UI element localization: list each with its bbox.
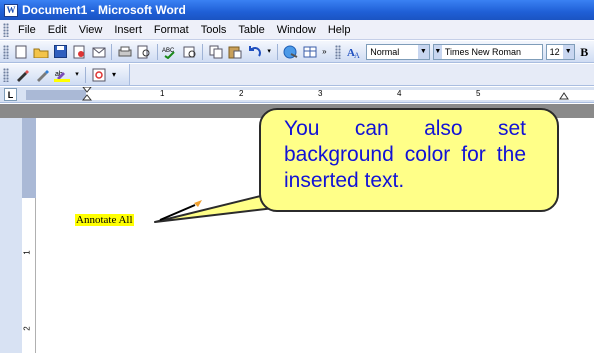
vertical-ruler-top-margin	[22, 118, 36, 198]
vertical-ruler-number: 1	[22, 250, 32, 255]
toolbar-options-icon[interactable]: ▾	[110, 66, 118, 84]
toolbar-background	[130, 64, 594, 86]
research-icon[interactable]	[181, 43, 198, 61]
copy-icon[interactable]	[207, 43, 224, 61]
permission-icon[interactable]	[71, 43, 88, 61]
callout-text: You can also set background color for th…	[284, 117, 526, 192]
table-icon[interactable]	[301, 43, 318, 61]
menu-help[interactable]: Help	[322, 21, 357, 39]
vertical-ruler[interactable]: 1 2	[22, 118, 36, 353]
email-icon[interactable]	[90, 43, 107, 61]
font-value: Times New Roman	[444, 46, 522, 57]
new-document-icon[interactable]	[13, 43, 30, 61]
toolbar-grip[interactable]	[3, 44, 9, 59]
save-icon[interactable]	[51, 43, 68, 61]
toolbar-grip[interactable]	[3, 67, 9, 82]
ruler-left-margin	[26, 90, 86, 100]
indent-marker-icon[interactable]	[82, 87, 92, 101]
font-select[interactable]: Times New Roman ▼	[432, 43, 543, 60]
ruler-number: 4	[397, 89, 402, 98]
font-size-value: 12	[549, 46, 560, 57]
formatting-toolbar-grip[interactable]	[335, 44, 341, 59]
menu-file[interactable]: File	[12, 21, 42, 39]
spelling-icon[interactable]: ABC	[162, 43, 179, 61]
ruler-strip[interactable]: 1 2 3 4 5	[26, 87, 594, 101]
menu-format[interactable]: Format	[148, 21, 195, 39]
paste-icon[interactable]	[227, 43, 244, 61]
title-bar: W Document1 - Microsoft Word	[0, 0, 594, 20]
ruler-number: 3	[318, 89, 323, 98]
tab-selector[interactable]: L	[4, 88, 17, 101]
style-select[interactable]: Normal ▼	[366, 43, 430, 60]
styles-and-formatting-icon[interactable]: AA	[345, 43, 362, 61]
ruler-number: 2	[239, 89, 244, 98]
menu-edit[interactable]: Edit	[42, 21, 73, 39]
menu-table[interactable]: Table	[232, 21, 270, 39]
open-folder-icon[interactable]	[32, 43, 49, 61]
highlight-icon[interactable]: ab	[53, 66, 71, 84]
eraser-pen-icon[interactable]	[33, 66, 51, 84]
print-preview-icon[interactable]	[136, 43, 153, 61]
print-icon[interactable]	[116, 43, 133, 61]
menu-view[interactable]: View	[73, 21, 109, 39]
menu-bar: File Edit View Insert Format Tools Table…	[0, 20, 594, 40]
window-title: Document1 - Microsoft Word	[22, 3, 186, 17]
font-size-select[interactable]: 12 ▼	[545, 43, 575, 60]
menu-insert[interactable]: Insert	[108, 21, 148, 39]
font-dropdown-icon[interactable]: ▼	[433, 44, 442, 59]
ruler-number: 1	[160, 89, 165, 98]
toolbar-options-icon[interactable]: »	[320, 43, 328, 61]
pen-icon[interactable]	[13, 66, 31, 84]
vertical-ruler-number: 2	[22, 326, 32, 331]
toolbar-separator	[276, 43, 278, 60]
zoom-page-icon[interactable]	[90, 66, 108, 84]
svg-text:A: A	[354, 51, 360, 59]
highlight-dropdown-icon[interactable]: ▾	[73, 66, 81, 84]
left-gutter	[0, 118, 22, 353]
style-dropdown-icon[interactable]: ▼	[417, 44, 429, 59]
undo-icon[interactable]	[246, 43, 263, 61]
horizontal-ruler[interactable]: L 1 2 3 4 5	[0, 87, 594, 103]
bold-button[interactable]: B	[576, 43, 593, 61]
toolbar-separator	[202, 43, 204, 60]
menu-grip[interactable]	[3, 22, 9, 37]
hyperlink-icon[interactable]	[282, 43, 299, 61]
toolbar-separator	[156, 43, 158, 60]
right-indent-marker-icon[interactable]	[559, 92, 569, 100]
toolbar-separator	[111, 43, 113, 60]
undo-dropdown-icon[interactable]: ▾	[265, 43, 273, 61]
font-size-dropdown-icon[interactable]: ▼	[562, 44, 574, 59]
annotated-text[interactable]: Annotate All	[75, 214, 134, 226]
standard-toolbar: ABC ▾ » AA Normal ▼ Times New Roman ▼ 12…	[0, 41, 594, 63]
style-value: Normal	[370, 46, 400, 57]
toolbar-separator	[85, 66, 86, 83]
word-app-icon[interactable]: W	[4, 3, 18, 17]
menu-window[interactable]: Window	[271, 21, 322, 39]
ruler-number: 5	[476, 89, 481, 98]
reviewing-toolbar: ab ▾ ▾	[0, 64, 130, 86]
menu-tools[interactable]: Tools	[195, 21, 233, 39]
